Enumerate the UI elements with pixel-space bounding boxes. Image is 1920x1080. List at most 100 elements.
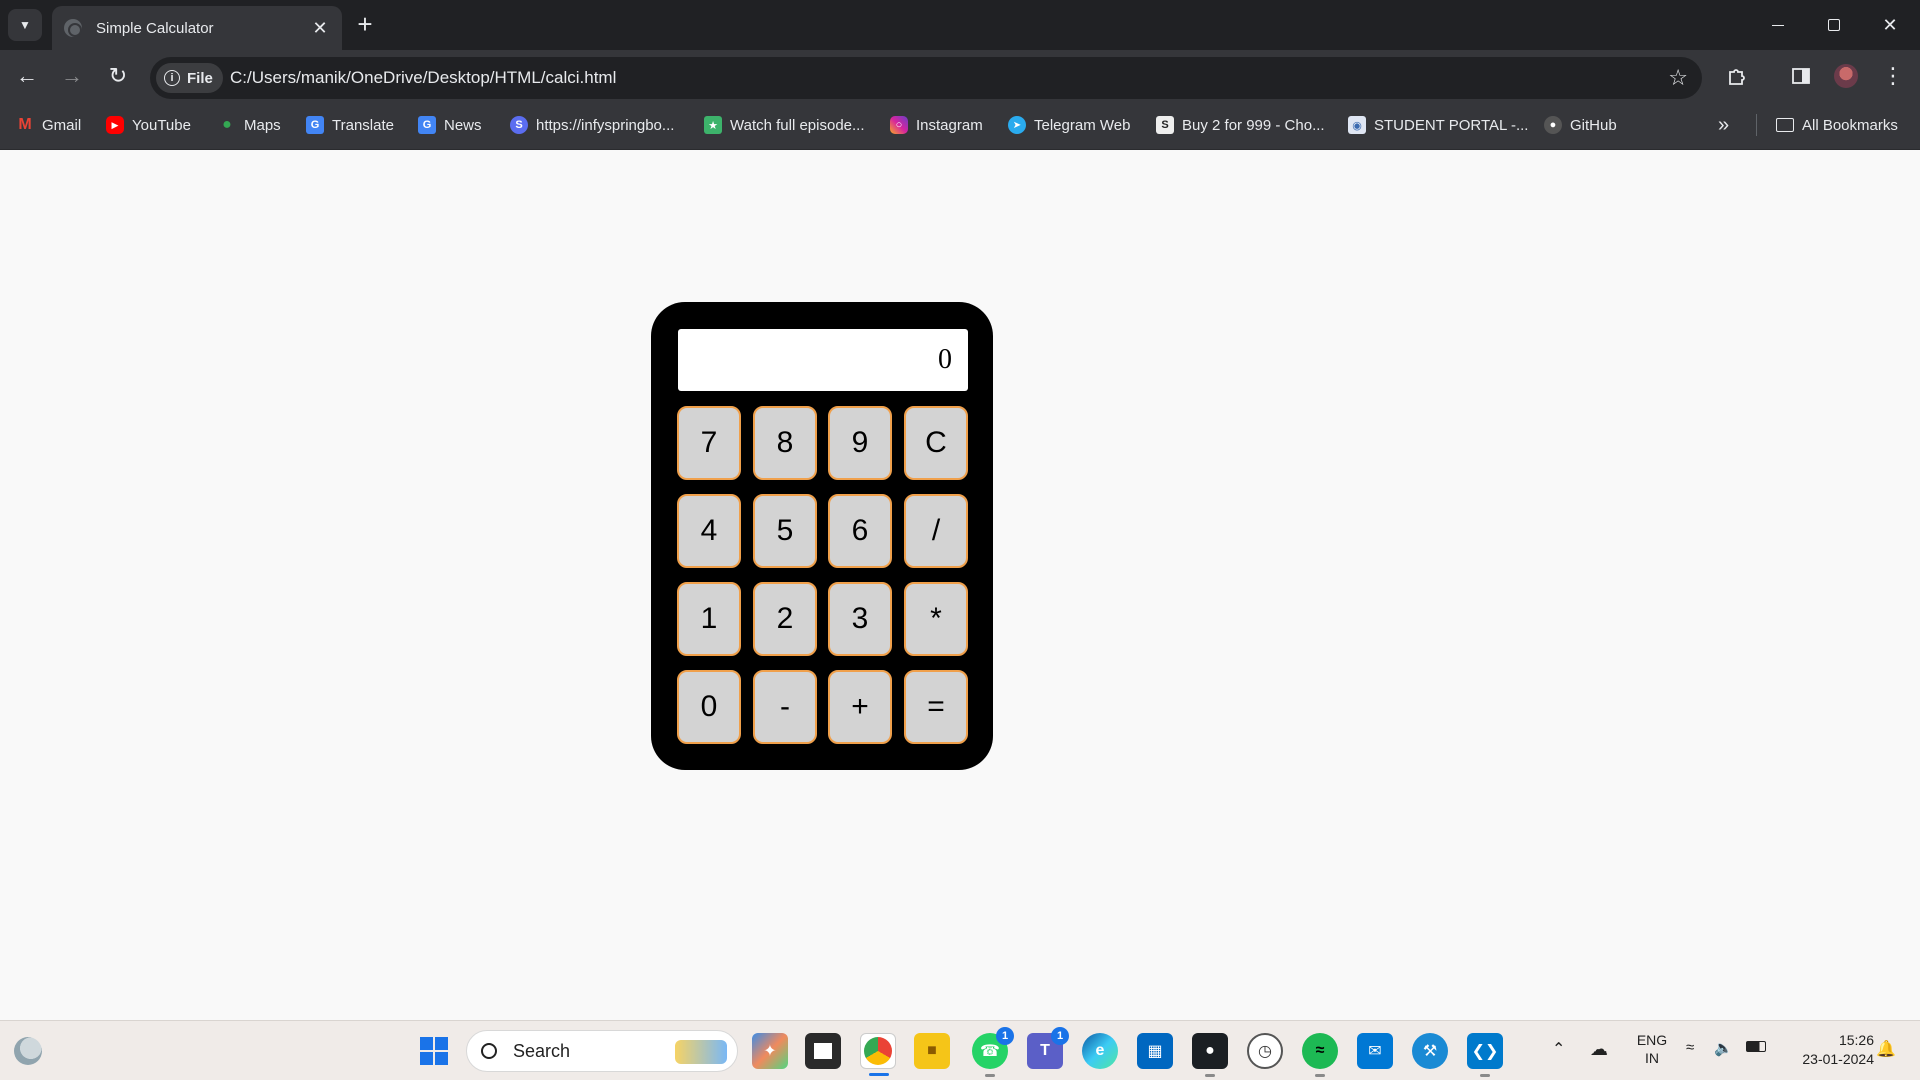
bookmark-student-portal[interactable]: ◉ STUDENT PORTAL -... [1348, 114, 1528, 136]
puzzle-icon [1729, 69, 1745, 85]
news-icon: G [418, 116, 436, 134]
key-equals[interactable]: = [904, 670, 968, 744]
bookmark-gmail[interactable]: M Gmail [16, 114, 81, 136]
edge-icon: e [1095, 1042, 1105, 1059]
key-add[interactable]: + [828, 670, 892, 744]
forward-button[interactable]: → [57, 61, 87, 91]
key-8[interactable]: 8 [753, 406, 817, 480]
hotstar-icon: ★ [704, 116, 722, 134]
bookmark-youtube[interactable]: ▶ YouTube [106, 114, 191, 136]
key-2[interactable]: 2 [753, 582, 817, 656]
key-4[interactable]: 4 [677, 494, 741, 568]
key-divide[interactable]: / [904, 494, 968, 568]
notifications-button[interactable]: 🔔 [1876, 1039, 1896, 1059]
open-indicator [985, 1074, 995, 1077]
taskbar-task-view[interactable] [805, 1033, 841, 1069]
side-panel-icon [1792, 68, 1810, 84]
taskbar-github-desktop[interactable]: ● [1192, 1033, 1228, 1077]
bookmark-news[interactable]: G News [418, 114, 482, 136]
language-indicator[interactable]: ENG IN [1634, 1031, 1670, 1067]
back-button[interactable]: ← [12, 61, 42, 91]
taskbar-spotify[interactable]: ≈ [1302, 1033, 1338, 1077]
language-code: ENG [1636, 1032, 1668, 1048]
task-view-icon [814, 1043, 832, 1059]
whatsapp-icon: ☎ [980, 1043, 1000, 1060]
bookmark-telegram[interactable]: ➤ Telegram Web [1008, 114, 1130, 136]
search-icon [481, 1043, 497, 1059]
key-9[interactable]: 9 [828, 406, 892, 480]
all-bookmarks-button[interactable]: All Bookmarks [1776, 114, 1898, 136]
clock-area[interactable]: 15:26 23-01-2024 [1784, 1031, 1874, 1069]
bookmark-infyspringboard[interactable]: S https://infyspringbo... [510, 114, 674, 136]
search-highlight-icon [675, 1040, 727, 1064]
close-window-button[interactable]: ✕ [1862, 0, 1918, 50]
taskbar-search[interactable]: Search [466, 1030, 738, 1072]
restore-button[interactable] [1806, 0, 1862, 50]
key-3[interactable]: 3 [828, 582, 892, 656]
new-tab-button[interactable]: + [352, 10, 378, 38]
key-0[interactable]: 0 [677, 670, 741, 744]
bookmark-github[interactable]: ● GitHub [1544, 114, 1617, 136]
taskbar-clock[interactable]: ◷ [1247, 1033, 1283, 1069]
globe-icon [64, 19, 82, 37]
url-text[interactable]: C:/Users/manik/OneDrive/Desktop/HTML/cal… [230, 68, 616, 88]
weather-widget[interactable] [10, 1033, 46, 1069]
minimize-button[interactable] [1750, 0, 1806, 50]
key-1[interactable]: 1 [677, 582, 741, 656]
wrench-icon: ⚒ [1422, 1043, 1438, 1060]
copilot-icon: ✦ [763, 1043, 777, 1060]
side-panel-button[interactable] [1786, 61, 1816, 91]
reload-button[interactable]: ↻ [103, 61, 133, 91]
show-hidden-icons-button[interactable]: ⌃ [1552, 1039, 1565, 1059]
chevron-down-icon: ▼ [19, 18, 31, 32]
info-icon: i [164, 70, 180, 86]
close-tab-icon[interactable]: ✕ [310, 18, 330, 39]
key-6[interactable]: 6 [828, 494, 892, 568]
bookmark-shop[interactable]: S Buy 2 for 999 - Cho... [1156, 114, 1325, 136]
calculator-display[interactable]: 0 [678, 329, 968, 391]
bookmark-instagram[interactable]: ○ Instagram [890, 114, 983, 136]
key-multiply[interactable]: * [904, 582, 968, 656]
taskbar-tools[interactable]: ⚒ [1412, 1033, 1448, 1069]
close-icon: ✕ [1882, 14, 1898, 35]
bookmark-label: YouTube [132, 116, 191, 134]
bookmark-translate[interactable]: G Translate [306, 114, 394, 136]
key-7[interactable]: 7 [677, 406, 741, 480]
taskbar-teams[interactable]: T 1 [1027, 1027, 1069, 1069]
bookmark-label: Buy 2 for 999 - Cho... [1182, 116, 1325, 134]
active-indicator [869, 1073, 889, 1076]
bookmarks-bar: M Gmail ▶ YouTube ● Maps G Translate G N… [0, 100, 1920, 150]
onedrive-button[interactable]: ☁ [1590, 1039, 1608, 1060]
more-bookmarks-button[interactable]: » [1718, 114, 1729, 136]
taskbar-file-explorer[interactable]: ■ [914, 1033, 950, 1069]
address-bar[interactable]: i File C:/Users/manik/OneDrive/Desktop/H… [150, 57, 1702, 99]
bookmark-hotstar[interactable]: ★ Watch full episode... [704, 114, 865, 136]
whatsapp-badge: 1 [996, 1027, 1014, 1045]
battery-indicator[interactable] [1746, 1041, 1766, 1052]
taskbar-store[interactable]: ▦ [1137, 1033, 1173, 1069]
bookmark-label: Gmail [42, 116, 82, 134]
extensions-button[interactable] [1722, 61, 1752, 91]
taskbar-whatsapp[interactable]: ☎ 1 [972, 1027, 1014, 1077]
volume-button[interactable]: 🔈 [1714, 1039, 1733, 1057]
taskbar-vscode[interactable]: ❮❯ [1467, 1033, 1503, 1077]
tab-active[interactable]: Simple Calculator ✕ [52, 6, 342, 50]
key-subtract[interactable]: - [753, 670, 817, 744]
bookmark-star-icon[interactable]: ☆ [1668, 65, 1688, 91]
start-button[interactable] [416, 1033, 452, 1069]
key-5[interactable]: 5 [753, 494, 817, 568]
network-button[interactable]: ≈ [1686, 1039, 1694, 1056]
taskbar-chrome[interactable] [860, 1033, 896, 1076]
bookmark-maps[interactable]: ● Maps [218, 114, 281, 136]
taskbar-mail[interactable]: ✉ [1357, 1033, 1393, 1069]
key-clear[interactable]: C [904, 406, 968, 480]
battery-icon [1746, 1041, 1766, 1052]
portal-icon: ◉ [1348, 116, 1366, 134]
profile-button[interactable] [1831, 61, 1861, 91]
menu-button[interactable]: ⋮ [1878, 61, 1908, 91]
instagram-icon: ○ [890, 116, 908, 134]
tab-search-button[interactable]: ▼ [8, 9, 42, 41]
taskbar-edge[interactable]: e [1082, 1033, 1118, 1069]
site-info-chip[interactable]: i File [156, 63, 223, 93]
taskbar-copilot[interactable]: ✦ [752, 1033, 788, 1069]
